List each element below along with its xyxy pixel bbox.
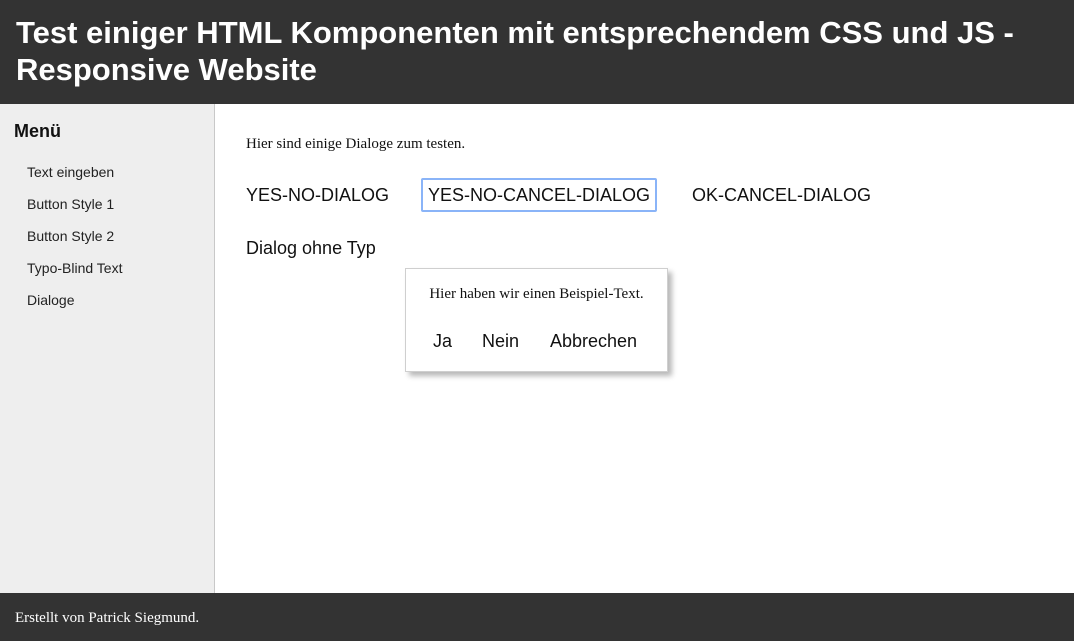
dialog-yes-button[interactable]: Ja <box>433 329 452 353</box>
dialog-no-button[interactable]: Nein <box>482 329 519 353</box>
sidebar-title: Menü <box>14 121 61 141</box>
intro-text: Hier sind einige Dialoge zum testen. <box>246 136 466 152</box>
dialog-without-type-button[interactable]: Dialog ohne Typ <box>239 231 383 265</box>
footer-text: Erstellt von Patrick Siegmund. <box>15 610 200 626</box>
yes-no-dialog-button[interactable]: YES-NO-DIALOG <box>239 178 396 212</box>
ok-cancel-dialog-button[interactable]: OK-CANCEL-DIALOG <box>685 178 878 212</box>
page-title: Test einiger HTML Komponenten mit entspr… <box>16 15 1014 87</box>
example-dialog: Hier haben wir einen Beispiel-Text. Ja N… <box>405 268 668 372</box>
main-content: Hier sind einige Dialoge zum testen. YES… <box>215 104 1074 593</box>
sidebar-item-text-eingeben[interactable]: Text eingeben <box>27 156 214 188</box>
page-footer: Erstellt von Patrick Siegmund. <box>0 593 1074 641</box>
yes-no-cancel-dialog-button[interactable]: YES-NO-CANCEL-DIALOG <box>421 178 658 212</box>
sidebar-item-dialoge[interactable]: Dialoge <box>27 284 214 316</box>
page-header: Test einiger HTML Komponenten mit entspr… <box>0 0 1074 104</box>
dialog-message: Hier haben wir einen Beispiel-Text. <box>429 286 644 302</box>
dialog-cancel-button[interactable]: Abbrechen <box>550 329 637 353</box>
sidebar: Menü Text eingeben Button Style 1 Button… <box>0 104 215 593</box>
sidebar-item-button-style-1[interactable]: Button Style 1 <box>27 188 214 220</box>
sidebar-menu: Text eingeben Button Style 1 Button Styl… <box>14 156 214 316</box>
sidebar-item-typo-blind-text[interactable]: Typo-Blind Text <box>27 252 214 284</box>
sidebar-item-button-style-2[interactable]: Button Style 2 <box>27 220 214 252</box>
